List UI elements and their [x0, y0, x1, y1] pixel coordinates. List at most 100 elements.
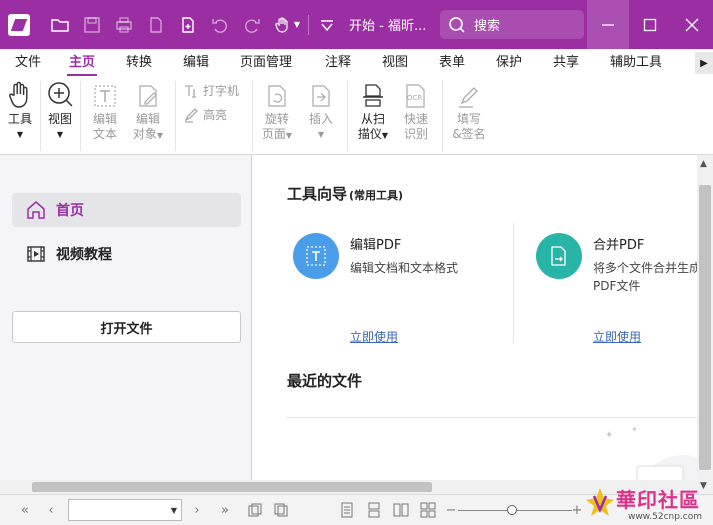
redo-button[interactable] [236, 0, 268, 49]
sidebar-item-video-tutorial[interactable]: 视频教程 [12, 237, 241, 271]
from-scanner-button[interactable]: 从扫 描仪▼ [353, 83, 393, 143]
tool-name: 编辑PDF [350, 238, 402, 253]
print-button[interactable] [108, 0, 140, 49]
page-number-input[interactable]: ▼ [68, 499, 182, 521]
quick-ocr-label-2: 识别 [403, 127, 428, 141]
continuous-facing-view-button[interactable] [419, 501, 437, 519]
ribbon-divider [442, 81, 443, 151]
edit-object-button[interactable]: 编辑 对象▼ [128, 83, 168, 143]
next-page-button[interactable]: › [188, 501, 206, 519]
minus-icon: − [445, 502, 457, 518]
customize-toolbar-button[interactable] [311, 0, 343, 49]
minimize-button[interactable] [587, 0, 629, 49]
document-copy-icon [150, 16, 162, 33]
scroll-up-icon[interactable]: ▲ [700, 159, 707, 169]
edit-text-button[interactable]: 编辑 文本 [88, 83, 122, 142]
insert-page-icon [312, 85, 330, 107]
tool-guide-heading: 工具向导 (常用工具) [287, 185, 404, 203]
edit-object-label-2: 对象▼ [132, 127, 164, 141]
quick-ocr-label-1: 快速 [403, 112, 428, 126]
menu-tabs: 文件 主页 转换 编辑 页面管理 注释 视图 表单 保护 共享 辅助工具 [0, 49, 713, 77]
search-input[interactable]: 搜索 [440, 10, 584, 39]
rotate-page-icon [268, 85, 286, 107]
undo-button[interactable] [204, 0, 236, 49]
svg-text:✦: ✦ [605, 430, 613, 441]
tab-scroll-right-button[interactable]: ▶ [695, 52, 713, 74]
insert-button[interactable]: 插入 ▼ [303, 83, 339, 142]
tab-view[interactable]: 视图 [382, 49, 408, 77]
tab-share[interactable]: 共享 [553, 49, 579, 77]
film-icon [27, 246, 45, 262]
maximize-button[interactable] [629, 0, 671, 49]
next-view-button[interactable] [272, 501, 290, 519]
rotate-page-button[interactable]: 旋转 页面▼ [257, 83, 297, 143]
fill-sign-button[interactable]: 填写 &签名 [448, 83, 490, 142]
edit-object-icon [139, 85, 157, 107]
chevron-left-icon: ‹ [48, 502, 54, 518]
double-chevron-right-icon: » [221, 502, 229, 518]
open-file-button[interactable]: 打开文件 [12, 311, 241, 343]
tool-button[interactable]: 工具 ▼ [5, 81, 35, 142]
tab-convert[interactable]: 转换 [126, 49, 152, 77]
use-now-link[interactable]: 立即使用 [593, 328, 641, 345]
horizontal-scroll-thumb[interactable] [32, 482, 432, 492]
vertical-scrollbar[interactable]: ▲ ▼ [697, 155, 713, 494]
folder-icon [51, 18, 69, 32]
new-document-icon [182, 16, 194, 33]
hand-icon [9, 81, 28, 108]
previous-view-button[interactable] [246, 501, 264, 519]
quick-ocr-button[interactable]: OCR 快速 识别 [398, 83, 434, 142]
chevron-down-icon: ▼ [317, 130, 325, 139]
app-logo-icon [8, 13, 30, 36]
edit-pdf-icon [293, 233, 339, 279]
previous-page-button[interactable]: ‹ [42, 501, 60, 519]
rotate-page-label-1: 旋转 [264, 112, 289, 126]
quick-access-toolbar: ▼ [44, 0, 343, 49]
view-button[interactable]: 视图 ▼ [45, 81, 75, 142]
create-from-button[interactable] [140, 0, 172, 49]
search-placeholder: 搜索 [474, 19, 501, 34]
tab-home[interactable]: 主页 [66, 49, 98, 77]
last-page-button[interactable]: » [216, 501, 234, 519]
first-page-button[interactable]: « [16, 501, 34, 519]
hand-tool-button[interactable]: ▼ [268, 0, 306, 49]
typewriter-button[interactable]: 打字机 [183, 82, 239, 99]
hand-icon [275, 16, 288, 33]
search-icon [449, 16, 465, 33]
close-button[interactable] [671, 0, 713, 49]
typewriter-icon [185, 84, 196, 98]
chevron-down-icon: ▼ [285, 131, 293, 140]
tab-protect[interactable]: 保护 [496, 49, 522, 77]
minimize-icon [602, 23, 614, 26]
toolbar-divider [308, 14, 309, 35]
save-button[interactable] [76, 0, 108, 49]
chevron-right-icon: › [194, 502, 200, 518]
zoom-slider-thumb[interactable] [507, 505, 517, 515]
tab-page-management[interactable]: 页面管理 [240, 49, 292, 77]
open-folder-button[interactable] [44, 0, 76, 49]
new-document-button[interactable] [172, 0, 204, 49]
facing-view-button[interactable] [392, 501, 410, 519]
highlight-button[interactable]: 高亮 [183, 106, 227, 123]
edit-object-label-1: 编辑 [135, 112, 160, 126]
tool-label: 工具 [7, 112, 32, 126]
next-view-icon [274, 503, 288, 517]
chevron-right-icon: ▶ [700, 57, 708, 69]
sidebar-item-home[interactable]: 首页 [12, 193, 241, 227]
watermark-url: www.52cnp.com [628, 512, 703, 522]
pen-icon [459, 87, 478, 108]
continuous-view-button[interactable] [365, 501, 383, 519]
tab-file[interactable]: 文件 [15, 49, 41, 77]
tab-form[interactable]: 表单 [439, 49, 465, 77]
use-now-link[interactable]: 立即使用 [350, 328, 398, 345]
vertical-scroll-thumb[interactable] [699, 185, 711, 470]
tab-edit[interactable]: 编辑 [183, 49, 209, 77]
highlight-label: 高亮 [203, 108, 228, 122]
printer-icon [116, 16, 132, 33]
single-page-view-button[interactable] [338, 501, 356, 519]
chevron-down-icon: ▼ [16, 130, 24, 139]
ocr-icon-text: OCR [407, 94, 422, 102]
from-scanner-label-2: 描仪▼ [357, 127, 389, 141]
tab-accessibility[interactable]: 辅助工具 [610, 49, 662, 77]
tab-comment[interactable]: 注释 [325, 49, 351, 77]
